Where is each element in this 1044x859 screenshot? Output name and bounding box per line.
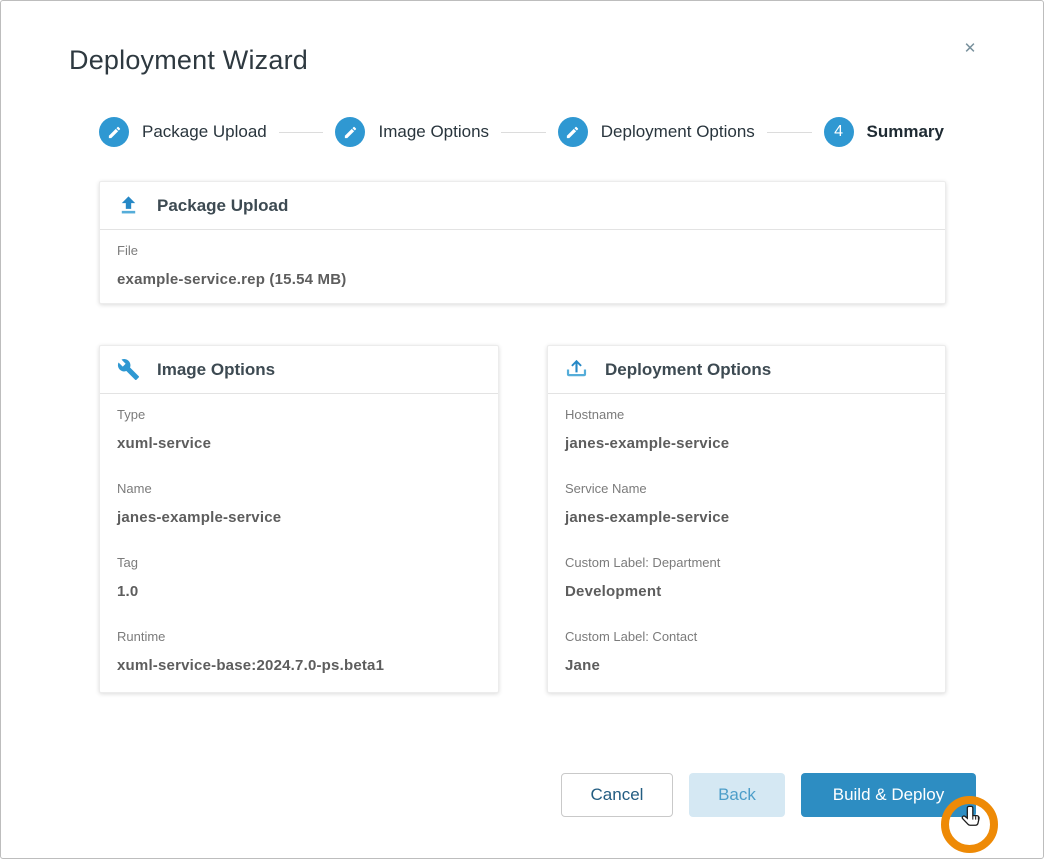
- field-label: Name: [117, 481, 152, 496]
- stepper-connector: [766, 131, 812, 133]
- field-custom-label-contact: Custom Label: Contact Jane: [565, 629, 928, 674]
- field-value: 1.0: [117, 583, 139, 600]
- step-label: Deployment Options: [600, 122, 755, 141]
- field-type: Type xuml-service: [117, 407, 481, 452]
- package-upload-card-header: Package Upload: [100, 182, 945, 230]
- field-value: janes-example-service: [117, 509, 282, 526]
- step-label: Image Options: [378, 122, 490, 141]
- step-label: Summary: [866, 122, 944, 141]
- field-label: Service Name: [565, 481, 647, 496]
- stepper-connector: [501, 131, 546, 133]
- cancel-button[interactable]: Cancel: [561, 773, 673, 817]
- card-title: Deployment Options: [605, 359, 772, 379]
- field-value: Development: [565, 583, 662, 600]
- image-options-card-header: Image Options: [100, 346, 498, 394]
- field-value: xuml-service-base:2024.7.0-ps.beta1: [117, 657, 385, 674]
- field-label: Tag: [117, 555, 138, 570]
- deployment-wizard-dialog: Deployment Wizard ✕ Package Upload Image…: [0, 0, 1044, 859]
- field-name: Name janes-example-service: [117, 481, 481, 526]
- field-runtime: Runtime xuml-service-base:2024.7.0-ps.be…: [117, 629, 481, 674]
- field-value: janes-example-service: [565, 509, 730, 526]
- package-upload-card: Package Upload File example-service.rep …: [99, 181, 946, 304]
- field-value: Jane: [565, 657, 600, 674]
- field-file: File example-service.rep (15.54 MB): [117, 243, 928, 288]
- step-number: 4: [834, 123, 843, 140]
- field-label: Runtime: [117, 629, 166, 644]
- step-deployment-options[interactable]: Deployment Options: [557, 117, 755, 147]
- field-hostname: Hostname janes-example-service: [565, 407, 928, 452]
- pencil-icon: [335, 117, 366, 147]
- field-label: Hostname: [565, 407, 625, 422]
- close-icon[interactable]: ✕: [957, 35, 983, 61]
- field-service-name: Service Name janes-example-service: [565, 481, 928, 526]
- field-value: janes-example-service: [565, 435, 730, 452]
- footer-actions: Cancel Back Build & Deploy: [561, 773, 976, 817]
- card-title: Package Upload: [157, 195, 289, 215]
- field-custom-label-department: Custom Label: Department Development: [565, 555, 928, 600]
- package-upload-card-body: File example-service.rep (15.54 MB): [100, 230, 945, 288]
- back-button[interactable]: Back: [689, 773, 785, 817]
- deployment-options-card: Deployment Options Hostname janes-exampl…: [547, 345, 946, 693]
- pencil-icon: [99, 117, 129, 147]
- wrench-icon: [117, 359, 140, 381]
- field-label: File: [117, 243, 138, 258]
- step-label: Package Upload: [142, 122, 267, 141]
- upload-icon: [121, 196, 136, 214]
- field-label: Type: [117, 407, 146, 422]
- step-number-badge: 4: [823, 117, 854, 147]
- step-image-options[interactable]: Image Options: [335, 117, 489, 147]
- stepper-connector: [278, 131, 324, 133]
- card-title: Image Options: [157, 359, 276, 379]
- image-options-card: Image Options Type xuml-service Name jan…: [99, 345, 499, 693]
- wizard-stepper: Package Upload Image Options Deployment …: [99, 114, 944, 150]
- build-deploy-button[interactable]: Build & Deploy: [801, 773, 976, 817]
- step-summary[interactable]: 4 Summary: [823, 117, 944, 147]
- field-label: Custom Label: Contact: [565, 629, 698, 644]
- page-title: Deployment Wizard: [69, 45, 308, 75]
- image-options-card-body: Type xuml-service Name janes-example-ser…: [100, 394, 498, 674]
- field-label: Custom Label: Department: [565, 555, 721, 570]
- deployment-options-card-body: Hostname janes-example-service Service N…: [548, 394, 945, 674]
- field-value: example-service.rep (15.54 MB): [117, 271, 347, 288]
- field-tag: Tag 1.0: [117, 555, 481, 600]
- field-value: xuml-service: [117, 435, 212, 452]
- step-package-upload[interactable]: Package Upload: [99, 117, 267, 147]
- pencil-icon: [557, 117, 588, 147]
- deployment-options-card-header: Deployment Options: [548, 346, 945, 394]
- tray-upload-icon: [566, 359, 587, 377]
